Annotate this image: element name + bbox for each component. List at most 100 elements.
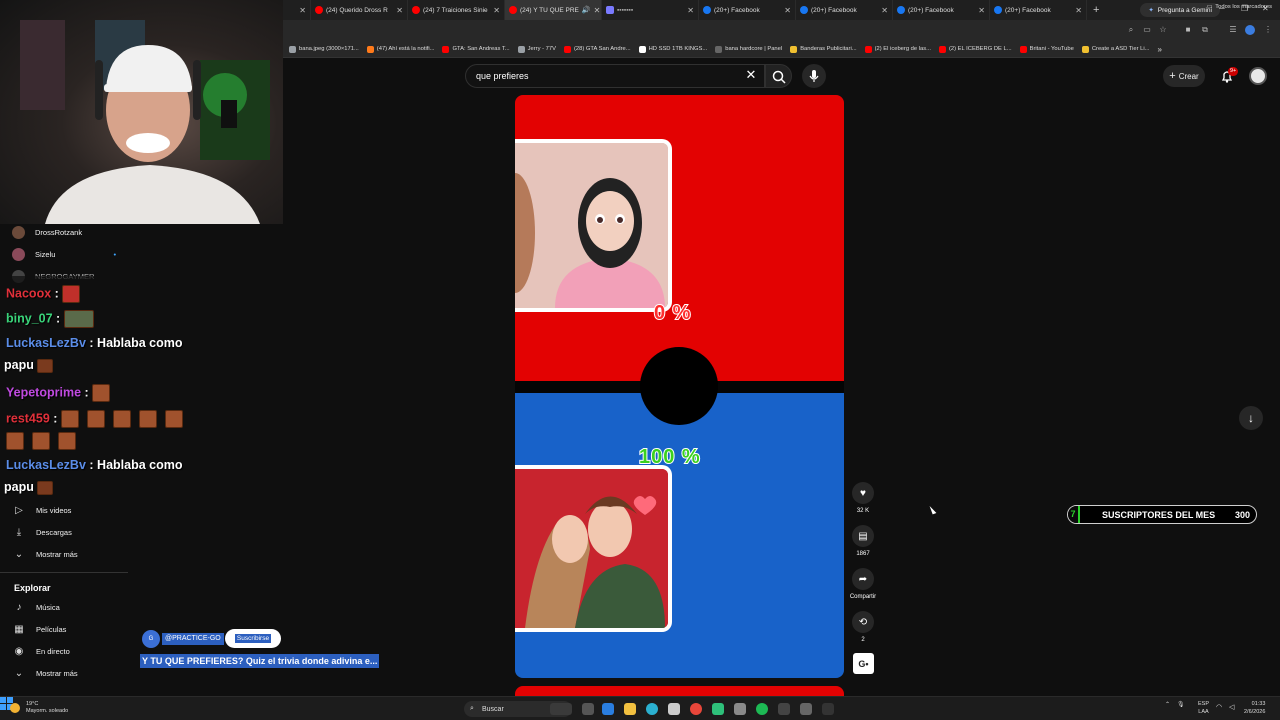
bookmark-item[interactable]: Britani - YouTube: [1019, 45, 1074, 53]
windows-taskbar: 19°C Mayorm. soleado Buscar ⌕ ⌃ 🎙 ESP LA…: [0, 696, 1280, 720]
bookmark-item[interactable]: GTA: San Andreas T...: [442, 45, 510, 53]
youtube-icon: [315, 6, 323, 14]
subscribe-button[interactable]: Suscribirse: [225, 629, 281, 648]
sidebar-item-music[interactable]: ♪ Música: [12, 599, 60, 615]
bookmark-item[interactable]: bana hardcore | Panel: [715, 45, 782, 53]
store-icon[interactable]: [668, 703, 680, 715]
close-tab-icon[interactable]: ✕: [493, 6, 500, 15]
bookmark-item[interactable]: Create a ASD Tier Li...: [1081, 45, 1150, 53]
search-button[interactable]: [765, 64, 792, 88]
bookmark-item[interactable]: (47) Ahí está la notifi...: [366, 45, 434, 53]
edge-icon[interactable]: [646, 703, 658, 715]
extension-icon[interactable]: ■: [1183, 25, 1193, 35]
bookmark-item[interactable]: (2) EL ICEBERG DE L...: [938, 45, 1012, 53]
clear-search-icon[interactable]: ✕: [743, 67, 759, 83]
microphone-icon[interactable]: 🎙: [1177, 701, 1185, 708]
all-bookmarks-label: Todos los marcadores: [1215, 4, 1272, 10]
bookmark-item[interactable]: bana.jpeg (3000×171...: [289, 45, 359, 53]
close-tab-icon[interactable]: ✕: [1075, 6, 1082, 15]
weather-sun-icon[interactable]: [10, 703, 20, 713]
clock[interactable]: 01:33 2/6/2026: [1244, 700, 1265, 716]
channel-handle[interactable]: @PRACTICE-GO: [162, 633, 224, 645]
subscription-item[interactable]: DrossRotzank: [12, 224, 82, 240]
channel-avatar[interactable]: G: [142, 630, 160, 648]
sidebar-item-live[interactable]: ◉ En directo: [12, 643, 70, 659]
browser-tab[interactable]: (24) 7 Traiciones Sinie ✕: [408, 0, 505, 20]
close-tab-icon[interactable]: ✕: [396, 6, 403, 15]
chevron-up-icon[interactable]: ⌃: [1165, 701, 1170, 708]
browser-tab[interactable]: (20+) Facebook ✕: [699, 0, 796, 20]
sidebar-item-show-more[interactable]: ⌄ Mostrar más: [12, 546, 78, 562]
browser-tab[interactable]: (24) Querido Dross R ✕: [311, 0, 408, 20]
all-bookmarks-button[interactable]: ▭ Todos los marcadores: [1207, 4, 1272, 10]
bookmark-item[interactable]: (28) GTA San Andre...: [563, 45, 631, 53]
subscription-item[interactable]: Sizelu •: [12, 246, 116, 262]
sidebar-item-movies[interactable]: ▦ Películas: [12, 621, 66, 637]
multi-site-icon: [606, 6, 614, 14]
new-tab-button[interactable]: +: [1093, 4, 1099, 16]
bookmark-item[interactable]: Banderas Publicitari...: [790, 45, 857, 53]
language-indicator[interactable]: ESP LAA: [1198, 700, 1209, 716]
bookmark-item[interactable]: Jerry - 77V: [517, 45, 556, 53]
extensions-puzzle-icon[interactable]: ⧉: [1200, 25, 1210, 35]
sidebar-item-my-videos[interactable]: ▷ Mis videos: [12, 502, 71, 518]
bookmarks-overflow-icon[interactable]: »: [1158, 45, 1162, 54]
channel-logo[interactable]: G•: [853, 653, 874, 674]
comment-icon[interactable]: ▤: [852, 525, 874, 547]
speaker-icon[interactable]: 🔊: [582, 6, 591, 14]
browser-tab-group[interactable]: ▪▪▪▪▪▪▪ ✕: [602, 0, 699, 20]
close-tab-icon[interactable]: ✕: [784, 6, 791, 15]
scroll-down-button[interactable]: ↓: [1239, 406, 1263, 430]
remix-icon[interactable]: ⟲: [852, 611, 874, 633]
sidebar-item-downloads[interactable]: ⤓ Descargas: [12, 524, 72, 540]
weather-widget[interactable]: 19°C Mayorm. soleado: [26, 701, 68, 715]
bookmark-item[interactable]: HD SSD 1TB KINGS...: [638, 45, 707, 53]
voice-search-button[interactable]: [802, 64, 826, 88]
subscription-label: DrossRotzank: [35, 227, 83, 237]
bookmark-star-icon[interactable]: ☆: [1158, 25, 1168, 35]
cast-icon[interactable]: ▭: [1142, 25, 1152, 35]
menu-list-icon[interactable]: ☰: [1228, 25, 1238, 35]
browser-tab[interactable]: (20+) Facebook ✕: [796, 0, 893, 20]
like-action[interactable]: ♥ 32 K: [851, 482, 875, 514]
copilot-icon[interactable]: [550, 703, 572, 715]
bookmark-item[interactable]: (2) El iceberg de las...: [864, 45, 931, 53]
close-tab-icon[interactable]: ✕: [881, 6, 888, 15]
spotify-icon[interactable]: [756, 703, 768, 715]
remix-action[interactable]: ⟲ 2: [851, 611, 875, 643]
app-icon[interactable]: [712, 703, 724, 715]
volume-icon[interactable]: ◁: [1229, 703, 1234, 711]
weather-temp: 19°C: [26, 701, 39, 707]
app-icon[interactable]: [800, 703, 812, 715]
file-explorer-icon[interactable]: [624, 703, 636, 715]
more-options-icon[interactable]: ⋮: [1263, 25, 1273, 35]
browser-tab[interactable]: (20+) Facebook ✕: [893, 0, 990, 20]
browser-tab[interactable]: (20+) Facebook ✕: [990, 0, 1087, 20]
browser-tab-active[interactable]: (24) Y TU QUE PRE 🔊 ✕: [505, 0, 602, 20]
app-icon[interactable]: [734, 703, 746, 715]
share-icon[interactable]: ➦: [852, 568, 874, 590]
close-tab-icon[interactable]: ✕: [687, 6, 694, 15]
profile-avatar-icon[interactable]: [1245, 25, 1255, 35]
chrome-icon[interactable]: [690, 703, 702, 715]
search-input[interactable]: que prefieres: [465, 64, 765, 88]
account-avatar[interactable]: [1249, 67, 1267, 85]
subscribers-rank: 7: [1068, 506, 1080, 523]
comments-action[interactable]: ▤ 1867: [851, 525, 875, 557]
close-tab-icon[interactable]: ✕: [594, 6, 601, 15]
browser-tab[interactable]: ✕: [283, 0, 311, 20]
close-tab-icon[interactable]: ✕: [978, 6, 985, 15]
app-icon[interactable]: [778, 703, 790, 715]
heart-icon[interactable]: ♥: [852, 482, 874, 504]
app-icon[interactable]: [822, 703, 834, 715]
mail-icon[interactable]: [602, 703, 614, 715]
close-tab-icon[interactable]: ✕: [299, 6, 306, 15]
wifi-icon[interactable]: ◠: [1216, 703, 1222, 711]
chat-separator: :: [54, 286, 59, 301]
sidebar-item-show-more[interactable]: ⌄ Mostrar más: [12, 665, 78, 681]
zoom-icon[interactable]: ⌕: [1126, 25, 1136, 35]
short-title[interactable]: Y TU QUE PREFIERES? Quiz el trivia donde…: [140, 654, 380, 668]
share-action[interactable]: ➦ Compartir: [850, 568, 876, 600]
create-button[interactable]: + Crear: [1163, 65, 1205, 87]
task-view-icon[interactable]: [582, 703, 594, 715]
